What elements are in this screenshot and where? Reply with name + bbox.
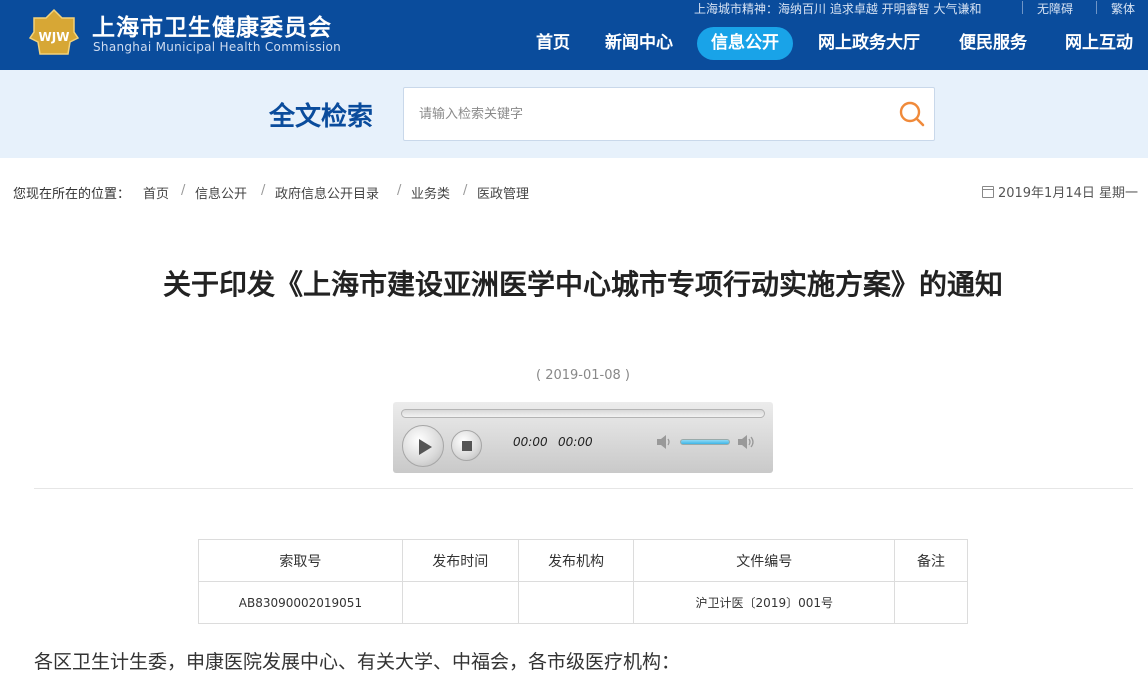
breadcrumb-separator: / — [397, 183, 402, 198]
table-header-cell: 发布时间 — [401, 539, 519, 582]
table-header-cell: 发布机构 — [517, 539, 635, 582]
breadcrumb-item-info-disclosure[interactable]: 信息公开 — [195, 183, 247, 202]
table-cell-index-no: AB83090002019051 — [198, 581, 403, 624]
volume-slider[interactable] — [680, 439, 730, 445]
nav-info-disclosure[interactable]: 信息公开 — [697, 27, 793, 60]
audio-player: 00:00 00:00 — [393, 402, 773, 473]
duration-time: 00:00 — [558, 435, 593, 449]
nav-home[interactable]: 首页 — [536, 27, 570, 60]
site-header: WJW 上海市卫生健康委员会 Shanghai Municipal Health… — [0, 0, 1148, 70]
search-title: 全文检索 — [269, 102, 374, 132]
stop-button[interactable] — [451, 430, 482, 461]
top-separator — [1022, 1, 1023, 14]
calendar-icon — [981, 186, 994, 198]
breadcrumb-separator: / — [181, 183, 186, 198]
current-time: 00:00 — [513, 435, 548, 449]
search-band: 全文检索 — [0, 70, 1148, 158]
table-cell-publish-date — [401, 581, 519, 624]
breadcrumb-separator: / — [463, 183, 468, 198]
table-cell-remark — [894, 581, 968, 624]
article-date: ( 2019-01-08 ) — [536, 368, 630, 383]
audio-progress-bar[interactable] — [401, 409, 765, 418]
article-body-intro: 各区卫生计生委，申康医院发展中心、有关大学、中福会，各市级医疗机构： — [34, 651, 681, 673]
nav-convenience-service[interactable]: 便民服务 — [959, 27, 1027, 60]
volume-max-icon[interactable] — [737, 434, 755, 450]
breadcrumb-lead: 您现在所在的位置： — [13, 187, 131, 202]
play-button[interactable] — [402, 425, 444, 467]
city-slogan: 上海城市精神：海纳百川 追求卓越 开明睿智 大气谦和 — [694, 2, 982, 16]
mute-icon[interactable] — [656, 434, 674, 450]
table-header-cell: 索取号 — [198, 539, 403, 582]
content-divider — [34, 488, 1133, 489]
article-title: 关于印发《上海市建设亚洲医学中心城市专项行动实施方案》的通知 — [162, 268, 1003, 301]
nav-online-service-hall[interactable]: 网上政务大厅 — [818, 27, 920, 60]
search-input[interactable] — [404, 88, 884, 140]
brand-name-en: Shanghai Municipal Health Commission — [93, 40, 342, 54]
breadcrumb-item-catalog[interactable]: 政府信息公开目录 — [275, 183, 379, 202]
document-info-table: 索取号 发布时间 发布机构 文件编号 备注 AB83090002019051 沪… — [198, 539, 968, 624]
nav-online-interaction[interactable]: 网上互动 — [1065, 27, 1133, 60]
table-cell-document-no: 沪卫计医〔2019〕001号 — [633, 581, 896, 624]
brand-name[interactable]: 上海市卫生健康委员会 — [92, 8, 332, 42]
breadcrumb-item-business[interactable]: 业务类 — [411, 183, 450, 202]
current-date-text: 2019年1月14日 星期一 — [997, 186, 1138, 201]
nav-news-center[interactable]: 新闻中心 — [605, 27, 673, 60]
accessibility-link[interactable]: 无障碍 — [1037, 0, 1073, 17]
traditional-chinese-link[interactable]: 繁体 — [1111, 0, 1135, 17]
commission-logo[interactable]: WJW — [28, 8, 80, 56]
breadcrumb-separator: / — [261, 183, 266, 198]
current-date: 2019年1月14日 星期一 — [981, 182, 1138, 201]
table-cell-publisher — [517, 581, 635, 624]
search-box — [403, 87, 935, 141]
table-row: AB83090002019051 沪卫计医〔2019〕001号 — [198, 581, 968, 624]
top-separator — [1096, 1, 1097, 14]
table-header-cell: 备注 — [894, 539, 968, 582]
table-header-cell: 文件编号 — [633, 539, 896, 582]
breadcrumb: 您现在所在的位置： 首页 / 信息公开 / 政府信息公开目录 / 业务类 / 医… — [0, 180, 1148, 202]
search-icon[interactable] — [898, 100, 926, 128]
logo-text: WJW — [39, 30, 70, 44]
breadcrumb-item-medical-admin[interactable]: 医政管理 — [477, 183, 529, 202]
table-header-row: 索取号 发布时间 发布机构 文件编号 备注 — [198, 539, 968, 582]
breadcrumb-item-home[interactable]: 首页 — [143, 183, 169, 202]
